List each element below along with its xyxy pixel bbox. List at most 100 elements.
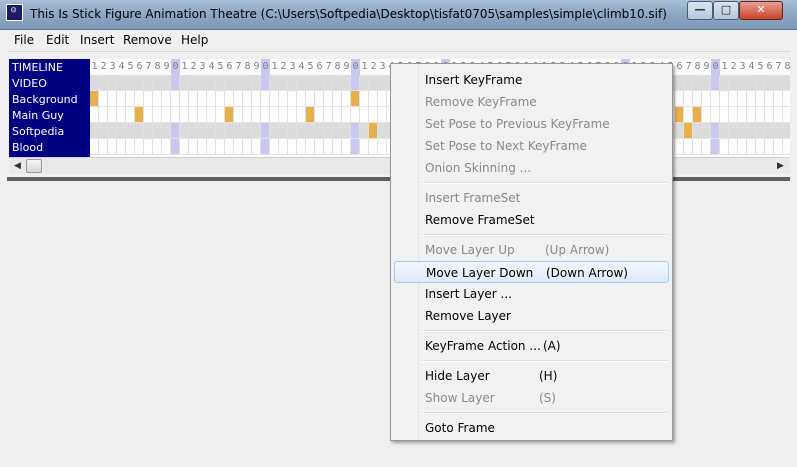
frame-cell[interactable] — [684, 139, 693, 155]
frame-cell[interactable] — [306, 91, 315, 107]
frame-cell[interactable] — [729, 91, 738, 107]
frame-cell[interactable] — [243, 75, 252, 91]
frame-cell[interactable] — [153, 107, 162, 123]
frame-cell[interactable] — [333, 139, 342, 155]
frame-cell[interactable] — [720, 75, 729, 91]
frame-cell[interactable] — [225, 139, 234, 155]
frame-cell[interactable] — [702, 123, 711, 139]
frame-cell[interactable] — [153, 91, 162, 107]
menu-help[interactable]: Help — [181, 33, 208, 47]
frame-cell[interactable] — [108, 91, 117, 107]
frame-cell[interactable] — [144, 139, 153, 155]
frame-cell[interactable] — [774, 91, 783, 107]
frame-cell[interactable] — [126, 75, 135, 91]
menu-item-remove-layer[interactable]: Remove Layer — [394, 305, 669, 327]
layer-blood[interactable]: Blood — [12, 140, 90, 156]
menu-remove[interactable]: Remove — [123, 33, 172, 47]
frame-cell[interactable] — [702, 139, 711, 155]
frame-cell[interactable] — [270, 139, 279, 155]
frame-cell[interactable] — [216, 123, 225, 139]
frame-cell[interactable] — [216, 107, 225, 123]
frame-cell[interactable] — [225, 123, 234, 139]
frame-cell[interactable] — [180, 107, 189, 123]
frame-cell[interactable] — [342, 139, 351, 155]
frame-cell[interactable] — [207, 91, 216, 107]
frame-cell[interactable] — [711, 139, 720, 155]
frame-cell[interactable] — [297, 123, 306, 139]
frame-cell[interactable] — [378, 123, 387, 139]
frame-cell[interactable] — [225, 75, 234, 91]
frame-cell[interactable] — [99, 139, 108, 155]
frame-cell[interactable] — [225, 107, 234, 123]
frame-cell[interactable] — [288, 91, 297, 107]
frame-cell[interactable] — [108, 107, 117, 123]
frame-cell[interactable] — [774, 107, 783, 123]
frame-cell[interactable] — [243, 139, 252, 155]
frame-cell[interactable] — [711, 91, 720, 107]
frame-cell[interactable] — [333, 75, 342, 91]
frame-cell[interactable] — [117, 123, 126, 139]
frame-cell[interactable] — [171, 75, 180, 91]
frame-cell[interactable] — [153, 75, 162, 91]
frame-cell[interactable] — [279, 75, 288, 91]
layer-video[interactable]: VIDEO — [12, 76, 90, 92]
frame-cell[interactable] — [180, 123, 189, 139]
frame-cell[interactable] — [711, 75, 720, 91]
menu-item-insert-keyframe[interactable]: Insert KeyFrame — [394, 69, 669, 91]
frame-cell[interactable] — [720, 107, 729, 123]
frame-cell[interactable] — [162, 139, 171, 155]
frame-cell[interactable] — [324, 123, 333, 139]
frame-cell[interactable] — [297, 107, 306, 123]
frame-cell[interactable] — [252, 107, 261, 123]
frame-cell[interactable] — [756, 123, 765, 139]
frame-cell[interactable] — [135, 75, 144, 91]
frame-cell[interactable] — [378, 139, 387, 155]
frame-cell[interactable] — [684, 91, 693, 107]
frame-cell[interactable] — [90, 91, 99, 107]
frame-cell[interactable] — [198, 91, 207, 107]
frame-cell[interactable] — [252, 139, 261, 155]
frame-cell[interactable] — [297, 75, 306, 91]
close-button[interactable]: ✕ — [739, 1, 783, 20]
frame-cell[interactable] — [288, 107, 297, 123]
frame-cell[interactable] — [189, 139, 198, 155]
frame-cell[interactable] — [756, 139, 765, 155]
frame-cell[interactable] — [171, 91, 180, 107]
frame-cell[interactable] — [180, 139, 189, 155]
frame-cell[interactable] — [216, 139, 225, 155]
frame-cell[interactable] — [108, 75, 117, 91]
frame-cell[interactable] — [243, 91, 252, 107]
frame-cell[interactable] — [729, 107, 738, 123]
frame-cell[interactable] — [783, 107, 790, 123]
frame-cell[interactable] — [693, 123, 702, 139]
frame-cell[interactable] — [270, 75, 279, 91]
frame-cell[interactable] — [207, 123, 216, 139]
frame-cell[interactable] — [198, 123, 207, 139]
frame-cell[interactable] — [252, 123, 261, 139]
frame-cell[interactable] — [711, 107, 720, 123]
frame-cell[interactable] — [288, 139, 297, 155]
layer-softpedia[interactable]: Softpedia — [12, 124, 90, 140]
frame-cell[interactable] — [234, 139, 243, 155]
frame-cell[interactable] — [765, 91, 774, 107]
frame-cell[interactable] — [324, 107, 333, 123]
frame-cell[interactable] — [153, 139, 162, 155]
frame-cell[interactable] — [774, 123, 783, 139]
frame-cell[interactable] — [324, 139, 333, 155]
frame-cell[interactable] — [360, 107, 369, 123]
frame-cell[interactable] — [207, 107, 216, 123]
menu-item-onion-skinning[interactable]: Onion Skinning ... — [394, 157, 669, 179]
frame-cell[interactable] — [279, 123, 288, 139]
frame-cell[interactable] — [783, 91, 790, 107]
frame-cell[interactable] — [162, 75, 171, 91]
frame-cell[interactable] — [162, 91, 171, 107]
frame-cell[interactable] — [747, 75, 756, 91]
frame-cell[interactable] — [135, 123, 144, 139]
layer-main-guy[interactable]: Main Guy — [12, 108, 90, 124]
frame-cell[interactable] — [117, 75, 126, 91]
frame-cell[interactable] — [702, 91, 711, 107]
frame-cell[interactable] — [189, 91, 198, 107]
frame-cell[interactable] — [270, 123, 279, 139]
frame-cell[interactable] — [351, 123, 360, 139]
frame-cell[interactable] — [747, 91, 756, 107]
